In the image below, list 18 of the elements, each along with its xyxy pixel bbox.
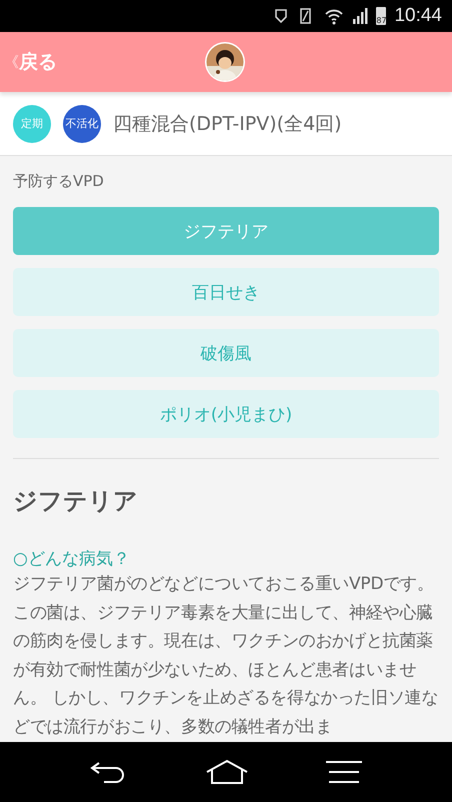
disease-button[interactable]: 破傷風 xyxy=(13,329,439,377)
signal-icon xyxy=(352,7,368,25)
disease-button[interactable]: ポリオ(小児まひ) xyxy=(13,390,439,438)
category-badge: 不活化 xyxy=(63,104,101,142)
section-label: 予防するVPD xyxy=(13,172,105,191)
wifi-icon xyxy=(324,7,344,25)
menu-icon[interactable] xyxy=(325,760,364,784)
battery-icon: 87 xyxy=(376,7,386,25)
clock: 10:44 xyxy=(394,5,442,27)
description-text: ジフテリア菌がのどなどについておこる重いVPDです。この菌は、ジフテリア毒素を大量に出して、神経や心臓の筋肉を侵します。現在は、ワクチンのおかげと抗菌薬が有効で耐性菌が少ないため、ほとんど患者はいません。 しかし、ワクチンを止めざるを得なかった旧ソ連などでは流行がおこり、多数の犠牲者が出ま xyxy=(13,573,439,738)
disease-button[interactable]: ジフテリア xyxy=(13,207,439,255)
vaccine-title: 四種混合(DPT-IPV)(全4回) xyxy=(113,112,342,136)
category-badge: 定期 xyxy=(13,104,51,142)
back-link[interactable]: 《戻る xyxy=(0,49,57,75)
disease-button[interactable]: 百日せき xyxy=(13,268,439,316)
home-icon[interactable] xyxy=(206,759,248,785)
disease-heading: ジフテリア xyxy=(13,486,139,517)
question-heading: ○どんな病気？ xyxy=(13,548,131,570)
